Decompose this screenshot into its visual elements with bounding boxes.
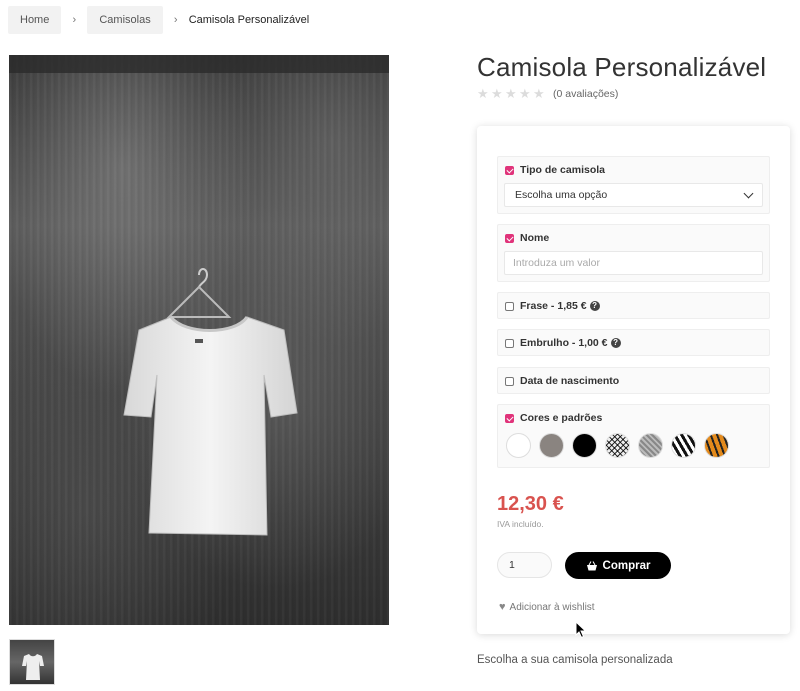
product-title: Camisola Personalizável	[477, 52, 767, 82]
swatch-crosshatch[interactable]	[605, 433, 630, 458]
product-thumbnail[interactable]	[9, 639, 55, 685]
basket-icon	[586, 560, 597, 570]
breadcrumb-category[interactable]: Camisolas	[87, 6, 163, 34]
star-icon: ★	[491, 86, 503, 101]
frase-checkbox[interactable]	[505, 301, 514, 311]
option-embrulho: Embrulho - 1,00 € ?	[497, 329, 770, 356]
option-cores-padroes: Cores e padrões	[497, 404, 770, 468]
buy-label: Comprar	[602, 559, 651, 572]
buy-button[interactable]: Comprar	[565, 552, 671, 579]
option-header: Nome	[498, 225, 769, 251]
swatch-gray[interactable]	[539, 433, 564, 458]
option-label: Tipo de camisola	[520, 164, 605, 176]
tshirt-on-hanger-illustration	[9, 55, 389, 536]
mouse-cursor-icon	[575, 621, 587, 639]
option-label: Data de nascimento	[520, 375, 620, 387]
quantity-input[interactable]: 1	[497, 552, 552, 578]
swatch-zebra[interactable]	[671, 433, 696, 458]
option-header: Frase - 1,85 € ?	[498, 293, 769, 319]
nome-checkbox[interactable]	[505, 233, 514, 243]
option-label: Embrulho - 1,00 €	[520, 337, 608, 349]
breadcrumb-separator: ›	[173, 14, 178, 26]
option-header: Data de nascimento	[498, 368, 769, 394]
option-nome: Nome	[497, 224, 770, 282]
nome-input[interactable]	[504, 251, 763, 275]
option-frase: Frase - 1,85 € ?	[497, 292, 770, 319]
product-image[interactable]	[9, 55, 389, 625]
chevron-down-icon	[743, 188, 754, 199]
star-icon: ★	[505, 86, 517, 101]
rating: ★ ★ ★ ★ ★ (0 avaliações)	[477, 86, 618, 101]
product-price: 12,30 €	[497, 493, 564, 515]
swatch-gray-pattern[interactable]	[638, 433, 663, 458]
product-short-description: Escolha a sua camisola personalizada	[477, 654, 673, 666]
help-icon[interactable]: ?	[589, 301, 600, 311]
wishlist-label: Adicionar à wishlist	[509, 601, 595, 613]
tipo-select[interactable]: Escolha uma opção	[504, 183, 763, 207]
data-checkbox[interactable]	[505, 376, 514, 386]
option-data-nascimento: Data de nascimento	[497, 367, 770, 394]
option-label: Cores e padrões	[520, 412, 603, 424]
breadcrumb-current: Camisola Personalizável	[188, 14, 310, 26]
option-header: Cores e padrões	[498, 405, 769, 431]
breadcrumb: Home › Camisolas › Camisola Personalizáv…	[8, 6, 309, 34]
star-icon: ★	[519, 86, 531, 101]
cores-checkbox[interactable]	[505, 413, 514, 423]
option-header: Embrulho - 1,00 € ?	[498, 330, 769, 356]
option-label: Nome	[520, 232, 550, 244]
breadcrumb-home[interactable]: Home	[8, 6, 62, 34]
thumbnail-tshirt-icon	[22, 654, 44, 680]
vat-note: IVA incluído.	[497, 519, 544, 529]
swatch-list	[498, 431, 769, 458]
option-label: Frase - 1,85 €	[520, 300, 587, 312]
product-options-card: Tipo de camisola Escolha uma opção Nome …	[477, 126, 790, 634]
option-header: Tipo de camisola	[498, 157, 769, 183]
wishlist-link[interactable]: ♥ Adicionar à wishlist	[499, 601, 595, 613]
select-value: Escolha uma opção	[515, 189, 608, 201]
breadcrumb-separator: ›	[72, 14, 77, 26]
option-tipo-camisola: Tipo de camisola Escolha uma opção	[497, 156, 770, 214]
swatch-white[interactable]	[506, 433, 531, 458]
star-icon: ★	[477, 86, 489, 101]
star-icon: ★	[533, 86, 545, 101]
swatch-tiger[interactable]	[704, 433, 729, 458]
rating-count[interactable]: (0 avaliações)	[553, 88, 618, 100]
embrulho-checkbox[interactable]	[505, 338, 514, 348]
help-icon[interactable]: ?	[610, 338, 621, 348]
heart-icon: ♥	[499, 601, 506, 613]
tipo-checkbox[interactable]	[505, 165, 514, 175]
swatch-black[interactable]	[572, 433, 597, 458]
